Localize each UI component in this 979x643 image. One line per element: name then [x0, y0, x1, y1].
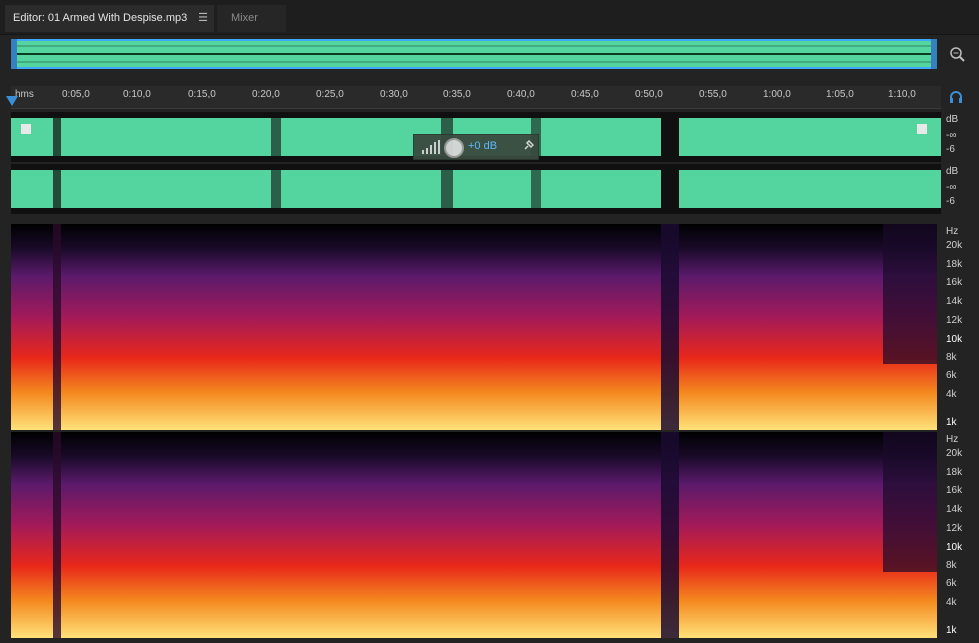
- tab-menu-icon[interactable]: ☰: [198, 5, 208, 32]
- hz-label: 12k: [946, 523, 963, 534]
- hz-label: 10k: [946, 542, 963, 553]
- hz-label: 18k: [946, 259, 963, 270]
- hz-label: 14k: [946, 504, 963, 515]
- tab-bar: Editor: 01 Armed With Despise.mp3 ☰ Mixe…: [0, 0, 979, 35]
- hz-label: 1k: [946, 625, 957, 636]
- gain-knob-icon[interactable]: [444, 138, 464, 158]
- overview-right-handle[interactable]: [931, 39, 937, 69]
- ruler-tick: 1:05,0: [826, 89, 854, 100]
- overview-waveform[interactable]: [11, 39, 937, 69]
- tab-editor[interactable]: Editor: 01 Armed With Despise.mp3 ☰: [5, 5, 214, 32]
- ruler-tick: 0:35,0: [443, 89, 471, 100]
- overview-left-handle[interactable]: [11, 39, 17, 69]
- hz-label: 8k: [946, 352, 957, 363]
- ruler-tick: 0:40,0: [507, 89, 535, 100]
- zoom-icon[interactable]: [948, 45, 966, 63]
- panel-divider[interactable]: [11, 214, 941, 222]
- hz-label: 4k: [946, 597, 957, 608]
- spectral-gradient: [11, 224, 937, 430]
- hz-label: 8k: [946, 560, 957, 571]
- waveform-dark-bands: [11, 164, 941, 214]
- hz-label: 6k: [946, 370, 957, 381]
- hz-label: 12k: [946, 315, 963, 326]
- ruler-tick: 0:50,0: [635, 89, 663, 100]
- playhead-marker[interactable]: [6, 96, 18, 106]
- db-mid: -6: [946, 196, 955, 207]
- overview-wave-graphic: [17, 45, 931, 63]
- waveform-channel-2[interactable]: [11, 164, 941, 214]
- fade-out-handle[interactable]: [917, 124, 927, 134]
- hz-label: 20k: [946, 448, 963, 459]
- headphones-icon[interactable]: [949, 90, 963, 104]
- ruler-tick: 0:15,0: [188, 89, 216, 100]
- pin-icon[interactable]: [522, 140, 534, 152]
- hz-label: 10k: [946, 334, 963, 345]
- hz-label: 14k: [946, 296, 963, 307]
- waveform-db-scale-2: dB -∞ -6: [942, 164, 979, 214]
- hz-label: 18k: [946, 467, 963, 478]
- hz-unit: Hz: [946, 226, 959, 237]
- volume-bars-icon: [422, 140, 440, 154]
- tab-editor-label: Editor: 01 Armed With Despise.mp3: [13, 12, 188, 24]
- db-unit: dB: [946, 114, 959, 125]
- hz-label: 4k: [946, 389, 957, 400]
- fade-in-handle[interactable]: [21, 124, 31, 134]
- hz-label: 16k: [946, 277, 963, 288]
- hz-label: 6k: [946, 578, 957, 589]
- spectral-gradient: [11, 432, 937, 638]
- spectral-hz-scale-2: Hz 20k 18k 16k 14k 12k 10k 8k 6k 4k 1k: [940, 432, 979, 638]
- spectral-channel-1[interactable]: [11, 224, 937, 430]
- waveform-db-scale-1: dB -∞ -6: [942, 112, 979, 162]
- hz-label: 16k: [946, 485, 963, 496]
- ruler-tick: 0:45,0: [571, 89, 599, 100]
- hz-label: 20k: [946, 240, 963, 251]
- ruler-tick: 0:25,0: [316, 89, 344, 100]
- hz-unit: Hz: [946, 434, 959, 445]
- tab-mixer-label: Mixer: [231, 12, 258, 24]
- spectral-hz-scale-1: Hz 20k 18k 16k 14k 12k 10k 8k 6k 4k 1k: [940, 224, 979, 430]
- db-top: -∞: [946, 130, 957, 141]
- ruler-tick: 1:00,0: [763, 89, 791, 100]
- ruler-tick: 0:30,0: [380, 89, 408, 100]
- db-unit: dB: [946, 166, 959, 177]
- ruler-tick: 0:05,0: [62, 89, 90, 100]
- db-mid: -6: [946, 144, 955, 155]
- ruler-tick: 1:10,0: [888, 89, 916, 100]
- tab-mixer[interactable]: Mixer: [217, 5, 286, 32]
- ruler-tick: 0:10,0: [123, 89, 151, 100]
- spectral-channel-2[interactable]: [11, 432, 937, 638]
- gain-hud[interactable]: +0 dB: [413, 134, 539, 160]
- gain-value[interactable]: +0 dB: [468, 140, 497, 152]
- db-top: -∞: [946, 182, 957, 193]
- hz-label: 1k: [946, 417, 957, 428]
- ruler-tick: 0:55,0: [699, 89, 727, 100]
- time-ruler[interactable]: hms 0:05,0 0:10,0 0:15,0 0:20,0 0:25,0 0…: [11, 86, 941, 109]
- ruler-tick: 0:20,0: [252, 89, 280, 100]
